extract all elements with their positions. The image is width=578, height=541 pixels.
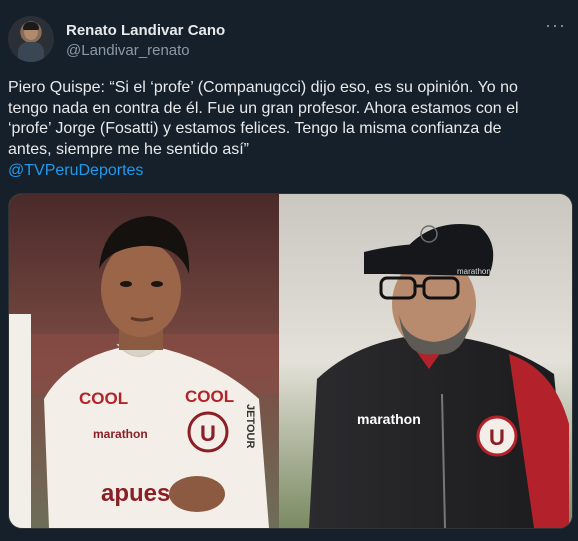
left-sponsor-a: COOL [79, 389, 128, 408]
tweet-image[interactable]: COOL COOL marathon U apuesta JETOUR mara… [8, 193, 573, 529]
mention-link[interactable]: @TVPeruDeportes [8, 162, 143, 180]
left-brand: marathon [93, 427, 148, 441]
author-name[interactable]: Renato Landivar Cano [66, 22, 225, 39]
tweet-header: Renato Landivar Cano @Landivar_renato ··… [8, 14, 570, 68]
left-sleeve: JETOUR [244, 404, 256, 448]
tweet-text: Piero Quispe: “Si el ‘profe’ (Companugcc… [8, 79, 519, 158]
tweet-card: Renato Landivar Cano @Landivar_renato ··… [0, 0, 578, 541]
right-brand: marathon [357, 411, 421, 427]
cap-brand: marathon [457, 267, 491, 276]
left-crest: U [200, 421, 216, 446]
more-options-icon[interactable]: ··· [545, 16, 566, 34]
right-crest: U [489, 425, 505, 450]
photo: COOL COOL marathon U apuesta JETOUR mara… [9, 194, 572, 528]
left-sponsor-b: COOL [185, 387, 234, 406]
avatar[interactable] [8, 16, 54, 62]
author-handle[interactable]: @Landivar_renato [66, 42, 190, 59]
